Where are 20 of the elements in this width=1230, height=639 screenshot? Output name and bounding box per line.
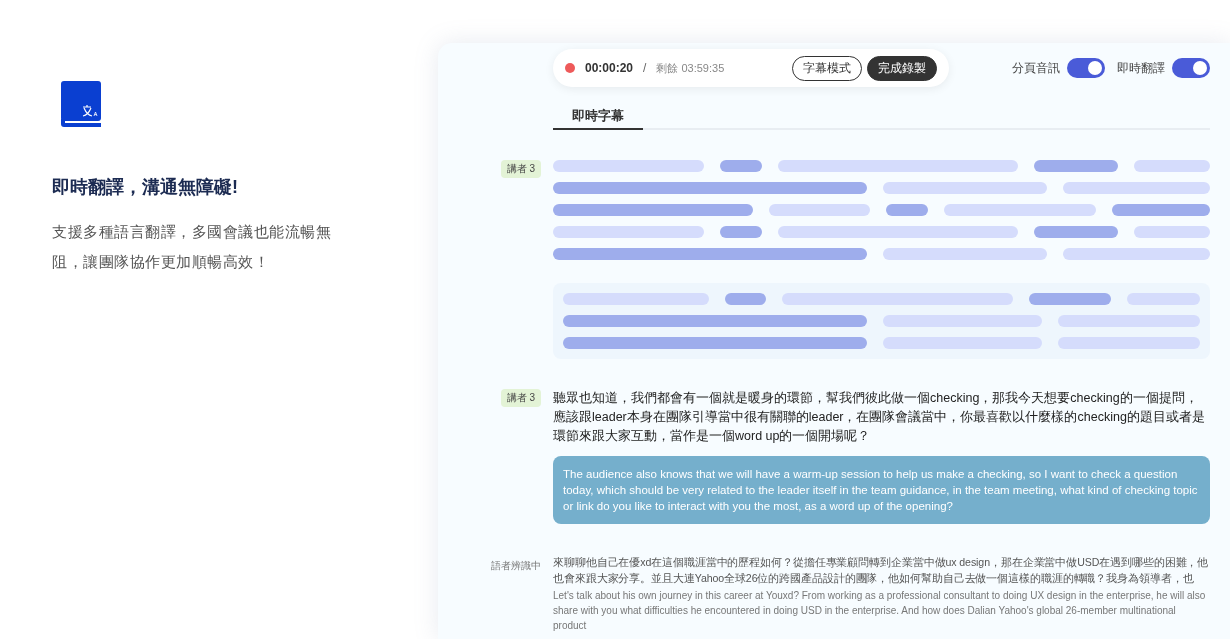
translation-text: Let's talk about his own journey in this career at Youxd? From working as a professional consultant to doing UX design in the enterprise, he will also share with you what difficulties he encountered in doing USD in the enterprise. And how does Dalian Yahoo's global 26-member multinational product bbox=[553, 589, 1207, 633]
time-separator: / bbox=[643, 61, 647, 75]
toggle-label: 分頁音訊 bbox=[1012, 59, 1060, 77]
feature-title: 即時翻譯，溝通無障礙! bbox=[52, 176, 239, 199]
speaker-label: 講者 3 bbox=[500, 389, 541, 407]
finish-recording-button[interactable]: 完成錄製 bbox=[867, 55, 938, 81]
translate-book-icon bbox=[61, 81, 101, 127]
speaker-label: 語者辨識中 bbox=[491, 559, 541, 573]
subtitle-mode-button[interactable]: 字幕模式 bbox=[792, 55, 863, 81]
transcript-text: 聽眾也知道，我們都會有一個就是暖身的環節，幫我們彼此做一個checking，那我今天想要checking的一個提問，應該跟leader本身在團隊引導當中很有關聯的leader，在團隊會議當中，你最喜歡以什麼樣的checking的題目或者是環節來跟大家互動，當作是一個word up的一個開場呢？ bbox=[553, 390, 1206, 445]
translation-text: The audience also knows that we will have a warm-up session to help us make a checking, so I want to check a question today, which should be very related to the leader itself in the team guidance, in the team meeting, what kind of checking topic or link do you like to interact with you the most, as a word up of the opening? bbox=[553, 456, 1210, 524]
toggle-label: 即時翻譯 bbox=[1117, 59, 1165, 77]
toggle-switch[interactable] bbox=[1067, 58, 1105, 78]
elapsed-time: 00:00:20 bbox=[585, 61, 634, 75]
remaining-time: 剩餘 03:59:35 bbox=[656, 60, 725, 76]
feature-description: 支援多種語言翻譯，多國會議也能流暢無阻，讓團隊協作更加順暢高效！ bbox=[52, 222, 332, 272]
toggle-switch[interactable] bbox=[1172, 58, 1210, 78]
tab[interactable]: 即時字幕 bbox=[553, 107, 643, 130]
speaker-label: 講者 3 bbox=[500, 160, 541, 178]
transcript-text: 來聊聊他自己在優xd在這個職涯當中的歷程如何？從擔任專業顧問轉到企業當中做ux design，那在企業當中做USD在遇到哪些的困難，他也會來跟大家分享。並且大連Yahoo全球26位的跨國產品設計的團隊，他如何幫助自己去做一個這樣的職涯的轉職？我身為領導者，也 bbox=[553, 555, 1210, 586]
